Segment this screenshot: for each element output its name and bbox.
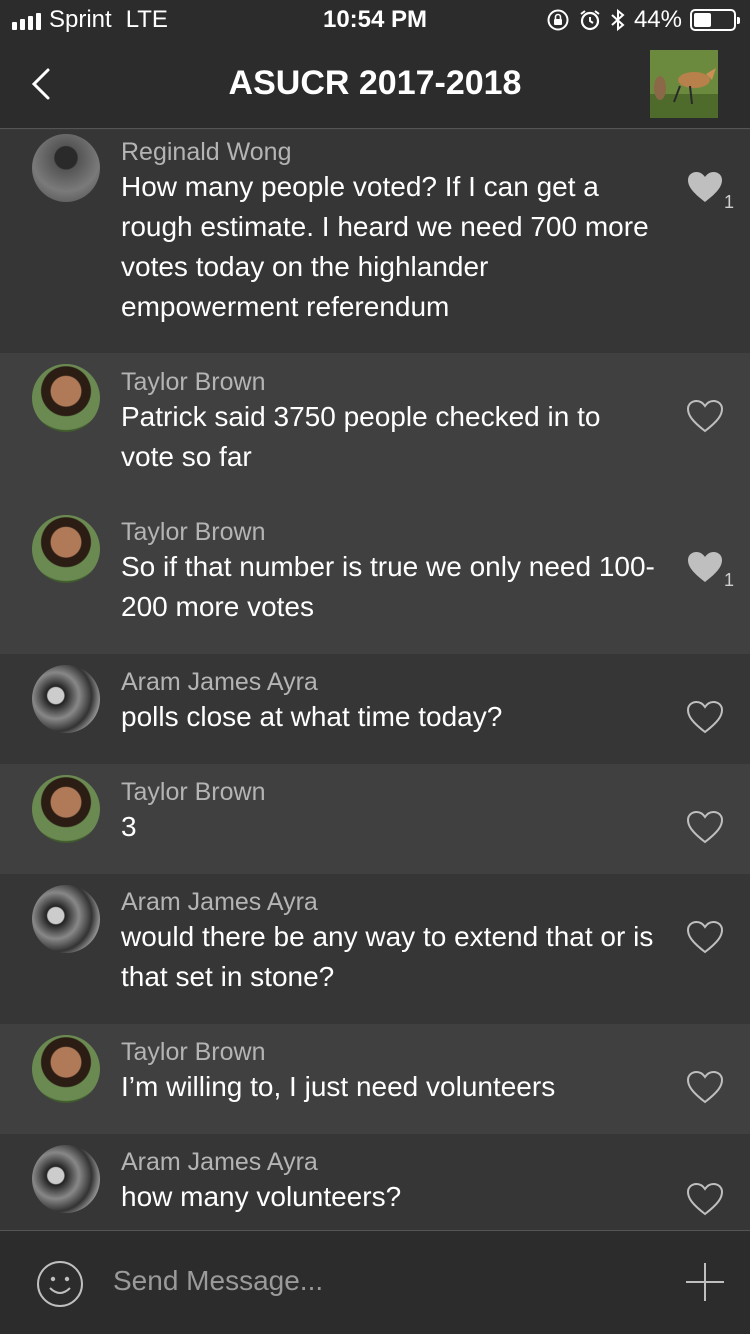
- message-row: Taylor Brown Patrick said 3750 people ch…: [0, 353, 750, 504]
- sender-name: Taylor Brown: [121, 518, 266, 546]
- message-row: Aram James Ayra how many volunteers?: [0, 1134, 750, 1230]
- message-text: would there be any way to extend that or…: [121, 921, 654, 992]
- heart-outline-icon[interactable]: [686, 810, 724, 844]
- message-text: polls close at what time today?: [121, 701, 503, 732]
- emoji-icon[interactable]: [36, 1260, 84, 1308]
- alarm-icon: [580, 10, 600, 31]
- message-text: 3: [121, 811, 137, 842]
- avatar[interactable]: [32, 665, 100, 733]
- sender-name: Aram James Ayra: [121, 668, 318, 696]
- avatar[interactable]: [32, 364, 100, 432]
- message-text: How many people voted? If I can get a ro…: [121, 171, 649, 322]
- message-row: Taylor Brown I’m willing to, I just need…: [0, 1024, 750, 1134]
- heart-outline-icon[interactable]: [686, 920, 724, 954]
- bluetooth-icon: [611, 8, 625, 32]
- sender-name: Reginald Wong: [121, 138, 292, 166]
- sender-name: Taylor Brown: [121, 778, 266, 806]
- page-title: ASUCR 2017-2018: [228, 64, 522, 102]
- heart-filled-icon[interactable]: [686, 170, 724, 204]
- sender-name: Taylor Brown: [121, 368, 266, 396]
- plus-icon[interactable]: [684, 1261, 726, 1303]
- message-list[interactable]: Reginald Wong How many people voted? If …: [0, 130, 750, 1230]
- message-row: Reginald Wong How many people voted? If …: [0, 130, 750, 353]
- message-input-bar: Send Message...: [0, 1230, 750, 1334]
- status-bar-right: 44%: [546, 6, 740, 34]
- heart-outline-icon[interactable]: [686, 399, 724, 433]
- orientation-lock-icon: [547, 9, 569, 31]
- battery-icon: [690, 9, 740, 31]
- message-row: Taylor Brown So if that number is true w…: [0, 504, 750, 654]
- avatar[interactable]: [32, 515, 100, 583]
- group-photo-thumbnail[interactable]: [650, 50, 718, 118]
- heart-outline-icon[interactable]: [686, 700, 724, 734]
- message-row: Taylor Brown 3: [0, 764, 750, 874]
- sender-name: Aram James Ayra: [121, 888, 318, 916]
- avatar[interactable]: [32, 1145, 100, 1213]
- heart-filled-icon[interactable]: [686, 550, 724, 584]
- avatar[interactable]: [32, 134, 100, 202]
- sender-name: Aram James Ayra: [121, 1148, 318, 1176]
- message-row: Aram James Ayra polls close at what time…: [0, 654, 750, 764]
- like-count: 1: [723, 570, 734, 590]
- battery-percent: 44%: [633, 6, 682, 33]
- sender-name: Taylor Brown: [121, 1038, 266, 1066]
- message-text: how many volunteers?: [121, 1181, 402, 1212]
- avatar[interactable]: [32, 885, 100, 953]
- avatar[interactable]: [32, 1035, 100, 1103]
- message-row: Aram James Ayra would there be any way t…: [0, 874, 750, 1024]
- message-text: I’m willing to, I just need volunteers: [121, 1071, 556, 1102]
- like-count: 1: [723, 192, 734, 212]
- nav-bar: ASUCR 2017-2018: [0, 40, 750, 129]
- avatar[interactable]: [32, 775, 100, 843]
- message-input[interactable]: Send Message...: [113, 1265, 323, 1297]
- message-text: So if that number is true we only need 1…: [121, 551, 655, 622]
- fox-photo-icon: [650, 50, 718, 118]
- message-text: Patrick said 3750 people checked in to v…: [121, 401, 601, 472]
- heart-outline-icon[interactable]: [686, 1070, 724, 1104]
- status-bar: Sprint LTE 10:54 PM 44%: [0, 0, 750, 40]
- heart-outline-icon[interactable]: [686, 1182, 724, 1216]
